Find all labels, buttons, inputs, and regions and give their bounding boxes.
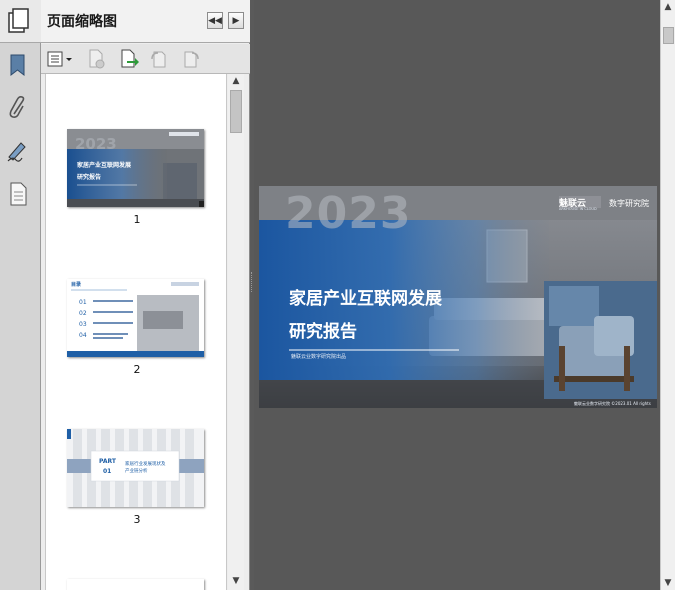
bookmark-icon[interactable] [6, 52, 30, 78]
brand-logo-left-sub: ARKHOUSE IN CLOUD [559, 207, 597, 211]
thumbnail-page-1[interactable]: 2023 家居产业互联网发展 研究报告 [67, 129, 204, 207]
thumbnail-page-number: 2 [133, 363, 141, 376]
scroll-up-icon[interactable]: ▲ [228, 74, 244, 88]
document-scrollbar[interactable]: ▲ ▼ [660, 0, 675, 590]
thumbnail-scrollbar[interactable]: ▲ ▼ [228, 74, 244, 590]
thumbnail-page-2[interactable]: 目录 01 02 03 04 [67, 279, 204, 357]
delete-page-icon[interactable] [86, 48, 108, 70]
rotate-left-icon[interactable] [148, 48, 170, 70]
svg-text:2023: 2023 [75, 135, 117, 153]
panel-header: 页面缩略图 ◀◀ ▶ [41, 0, 250, 43]
attachment-icon[interactable] [6, 95, 30, 121]
panel-splitter[interactable] [250, 0, 254, 590]
thumbnail-page-3[interactable]: PART 01 家居行业发展现状及 产业链分析 [67, 429, 204, 507]
svg-text:02: 02 [79, 310, 87, 317]
slide-subtitle: 魅联云业数字研究院出品 [291, 354, 347, 360]
double-chevron-left-icon[interactable]: ◀◀ [207, 12, 223, 29]
thumbnail-list[interactable]: 2023 家居产业互联网发展 研究报告 1 目录 01 02 03 04 2 P… [45, 74, 227, 590]
slide-footer: 魅联云业数字研究院 ©2023.01 All rights [574, 401, 651, 406]
scroll-down-icon[interactable]: ▼ [228, 574, 244, 588]
document-page-view: 2023 家居产业互联网发展 研究报告 魅联云业数字研究院出品 魅联云 ARKH… [259, 186, 657, 408]
thumbnail-page-4[interactable] [67, 579, 204, 590]
scroll-down-icon[interactable]: ▼ [661, 576, 675, 590]
slide-year: 2023 [285, 188, 412, 239]
page-icon[interactable] [6, 181, 30, 207]
pages-icon [8, 8, 29, 33]
thumbnail-page-number: 3 [133, 513, 141, 526]
options-icon[interactable] [46, 48, 76, 70]
scroll-up-icon[interactable]: ▲ [661, 0, 675, 14]
svg-text:PART: PART [99, 458, 117, 465]
svg-text:家居行业发展现状及: 家居行业发展现状及 [125, 460, 166, 467]
svg-text:01: 01 [79, 299, 87, 306]
slide-title-line2: 研究报告 [289, 322, 357, 342]
panel-title: 页面缩略图 [47, 14, 117, 30]
slide-title-line1: 家居产业互联网发展 [289, 289, 442, 309]
splitter-grip[interactable] [251, 272, 253, 292]
rotate-right-icon[interactable] [180, 48, 202, 70]
svg-text:产业链分析: 产业链分析 [125, 467, 148, 474]
thumbnail-page-number: 1 [133, 213, 141, 226]
signature-icon[interactable] [6, 138, 30, 164]
svg-text:家居产业互联网发展: 家居产业互联网发展 [77, 161, 131, 169]
svg-text:研究报告: 研究报告 [77, 173, 101, 181]
chevron-right-icon[interactable]: ▶ [228, 12, 244, 29]
panel-toolbar [41, 44, 250, 74]
svg-text:04: 04 [79, 332, 87, 339]
svg-text:01: 01 [103, 468, 111, 475]
insert-page-icon[interactable] [118, 48, 140, 70]
scrollbar-thumb[interactable] [663, 27, 674, 44]
thumbnail-panel: 页面缩略图 ◀◀ ▶ 2023 家居产业互联网发展 研究报告 1 目录 01 0… [41, 0, 250, 590]
svg-text:03: 03 [79, 321, 87, 328]
pages-panel-icon-area[interactable] [0, 0, 41, 43]
scrollbar-thumb[interactable] [230, 90, 242, 133]
brand-logo-right: 数字研究院 [609, 199, 649, 208]
svg-text:目录: 目录 [71, 281, 81, 288]
navigation-tool-strip [0, 0, 41, 590]
